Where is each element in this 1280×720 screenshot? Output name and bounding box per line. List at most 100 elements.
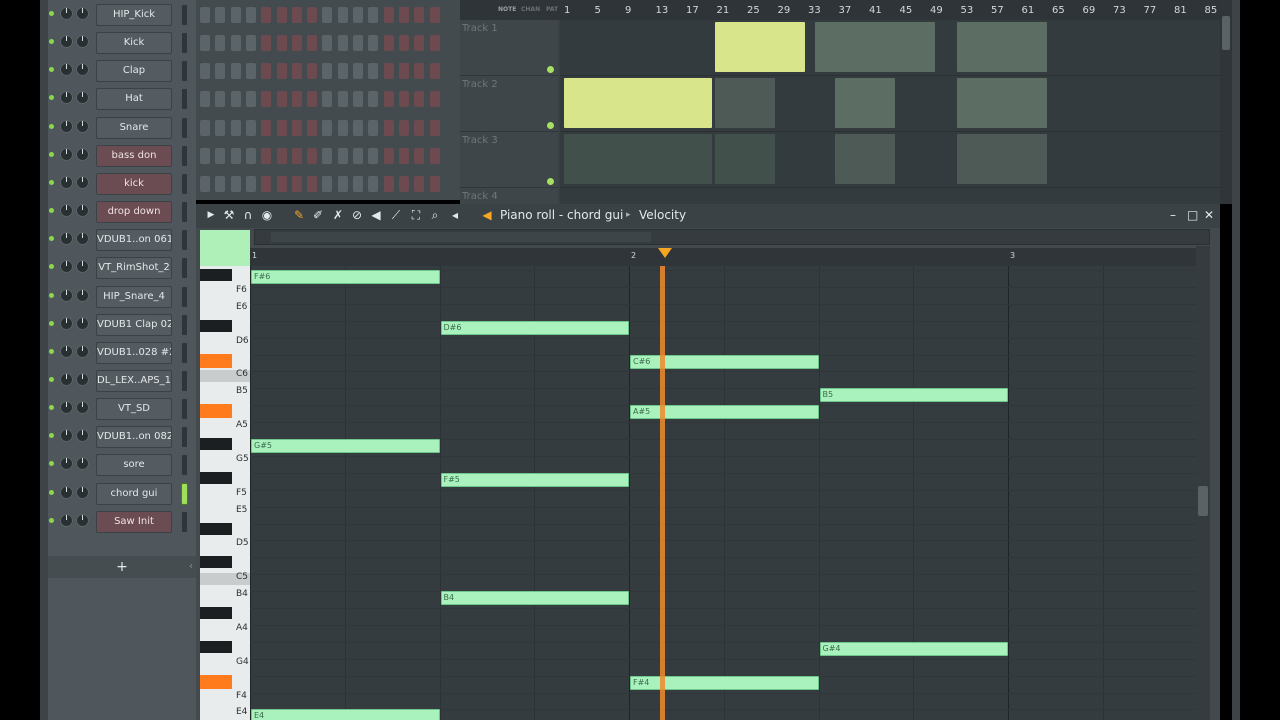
step-button[interactable]	[398, 175, 409, 192]
step-button[interactable]	[261, 7, 272, 23]
step-button[interactable]	[215, 119, 226, 136]
channel-button[interactable]: drop down	[96, 201, 172, 224]
step-button[interactable]	[322, 147, 333, 164]
step-button[interactable]	[368, 7, 379, 23]
channel-led-icon[interactable]	[49, 517, 54, 523]
pan-knob-icon[interactable]	[60, 260, 73, 274]
track-led-icon[interactable]	[547, 122, 554, 129]
channel-select-indicator[interactable]	[182, 117, 187, 138]
step-button[interactable]	[322, 35, 333, 52]
step-button[interactable]	[337, 147, 348, 164]
step-button[interactable]	[414, 119, 425, 136]
playlist-clip[interactable]	[835, 134, 895, 184]
zoom-icon[interactable]: ⌕	[428, 208, 442, 222]
pan-knob-icon[interactable]	[60, 344, 73, 358]
brush-icon[interactable]: ✐	[311, 208, 325, 222]
playlist-scroll-thumb[interactable]	[1222, 16, 1230, 50]
note[interactable]: E4	[251, 709, 440, 720]
channel-led-icon[interactable]	[49, 489, 54, 495]
step-button[interactable]	[200, 35, 210, 52]
playlist-clip[interactable]	[835, 78, 895, 128]
step-button[interactable]	[429, 35, 440, 52]
channel-button[interactable]: VT_SD	[96, 398, 172, 421]
step-button[interactable]	[230, 175, 241, 192]
step-button[interactable]	[383, 7, 394, 23]
step-button[interactable]	[429, 119, 440, 136]
step-button[interactable]	[337, 175, 348, 192]
step-button[interactable]	[368, 147, 379, 164]
playlist-clip[interactable]	[564, 78, 712, 128]
pan-knob-icon[interactable]	[60, 485, 73, 499]
step-button[interactable]	[291, 63, 302, 80]
channel-led-icon[interactable]	[49, 320, 54, 326]
playlist-clip[interactable]	[715, 22, 805, 72]
step-button[interactable]	[398, 63, 409, 80]
delete-icon[interactable]: ✗	[331, 208, 345, 222]
step-button[interactable]	[276, 119, 287, 136]
pan-knob-icon[interactable]	[60, 232, 73, 246]
step-button[interactable]	[276, 63, 287, 80]
channel-button[interactable]: HIP_Snare_4	[96, 285, 172, 308]
volume-knob-icon[interactable]	[76, 513, 89, 527]
step-button[interactable]	[414, 35, 425, 52]
step-button[interactable]	[245, 7, 256, 23]
channel-select-indicator[interactable]	[182, 61, 187, 82]
step-button[interactable]	[368, 35, 379, 52]
speaker-icon[interactable]: ◀	[369, 208, 383, 222]
channel-button[interactable]: VDUB1..on 061	[96, 229, 172, 252]
step-button[interactable]	[337, 7, 348, 23]
channel-led-icon[interactable]	[49, 67, 54, 73]
channel-button[interactable]: Hat	[96, 88, 172, 111]
black-key[interactable]	[200, 522, 232, 535]
channel-button[interactable]: kick	[96, 172, 172, 195]
step-button[interactable]	[276, 35, 287, 52]
channel-select-indicator[interactable]	[182, 202, 187, 223]
volume-knob-icon[interactable]	[76, 7, 89, 20]
step-button[interactable]	[200, 7, 210, 23]
channel-select-indicator[interactable]	[182, 145, 187, 166]
step-button[interactable]	[353, 147, 363, 164]
speaker-target-icon[interactable]: ◀	[480, 208, 494, 222]
channel-button[interactable]: DL_LEX..APS_11	[96, 369, 172, 392]
step-button[interactable]	[230, 63, 241, 80]
track-led-icon[interactable]	[547, 66, 554, 73]
note[interactable]: D#6	[440, 320, 629, 335]
volume-knob-icon[interactable]	[76, 63, 89, 77]
step-button[interactable]	[414, 63, 425, 80]
step-button[interactable]	[276, 175, 287, 192]
playlist-clip[interactable]	[815, 22, 935, 72]
step-button[interactable]	[291, 7, 302, 23]
volume-knob-icon[interactable]	[76, 401, 89, 415]
playhead-marker-icon[interactable]	[658, 248, 672, 258]
channel-button[interactable]: VDUB1..028 #2	[96, 341, 172, 364]
note[interactable]: C#6	[630, 354, 819, 369]
step-button[interactable]	[230, 119, 241, 136]
channel-led-icon[interactable]	[49, 348, 54, 354]
pan-knob-icon[interactable]	[60, 288, 73, 302]
step-button[interactable]	[307, 63, 318, 80]
note[interactable]: F#4	[630, 675, 819, 690]
channel-led-icon[interactable]	[49, 264, 54, 270]
step-button[interactable]	[322, 7, 333, 23]
pan-knob-icon[interactable]	[60, 429, 73, 443]
step-button[interactable]	[215, 7, 226, 23]
step-button[interactable]	[353, 119, 363, 136]
step-button[interactable]	[230, 91, 241, 108]
black-key[interactable]	[200, 607, 232, 619]
note[interactable]: F#5	[440, 472, 629, 487]
step-button[interactable]	[200, 119, 210, 136]
note[interactable]: F#6	[251, 270, 440, 284]
channel-select-indicator[interactable]	[182, 89, 187, 110]
step-button[interactable]	[307, 119, 318, 136]
playlist-clip[interactable]	[715, 134, 775, 184]
step-button[interactable]	[322, 63, 333, 80]
step-button[interactable]	[414, 7, 425, 23]
step-button[interactable]	[383, 147, 394, 164]
black-key[interactable]	[200, 438, 232, 450]
black-key[interactable]	[200, 353, 232, 368]
volume-knob-icon[interactable]	[76, 457, 89, 471]
step-button[interactable]	[353, 63, 363, 80]
step-button[interactable]	[383, 35, 394, 52]
channel-led-icon[interactable]	[49, 433, 54, 439]
step-button[interactable]	[337, 63, 348, 80]
